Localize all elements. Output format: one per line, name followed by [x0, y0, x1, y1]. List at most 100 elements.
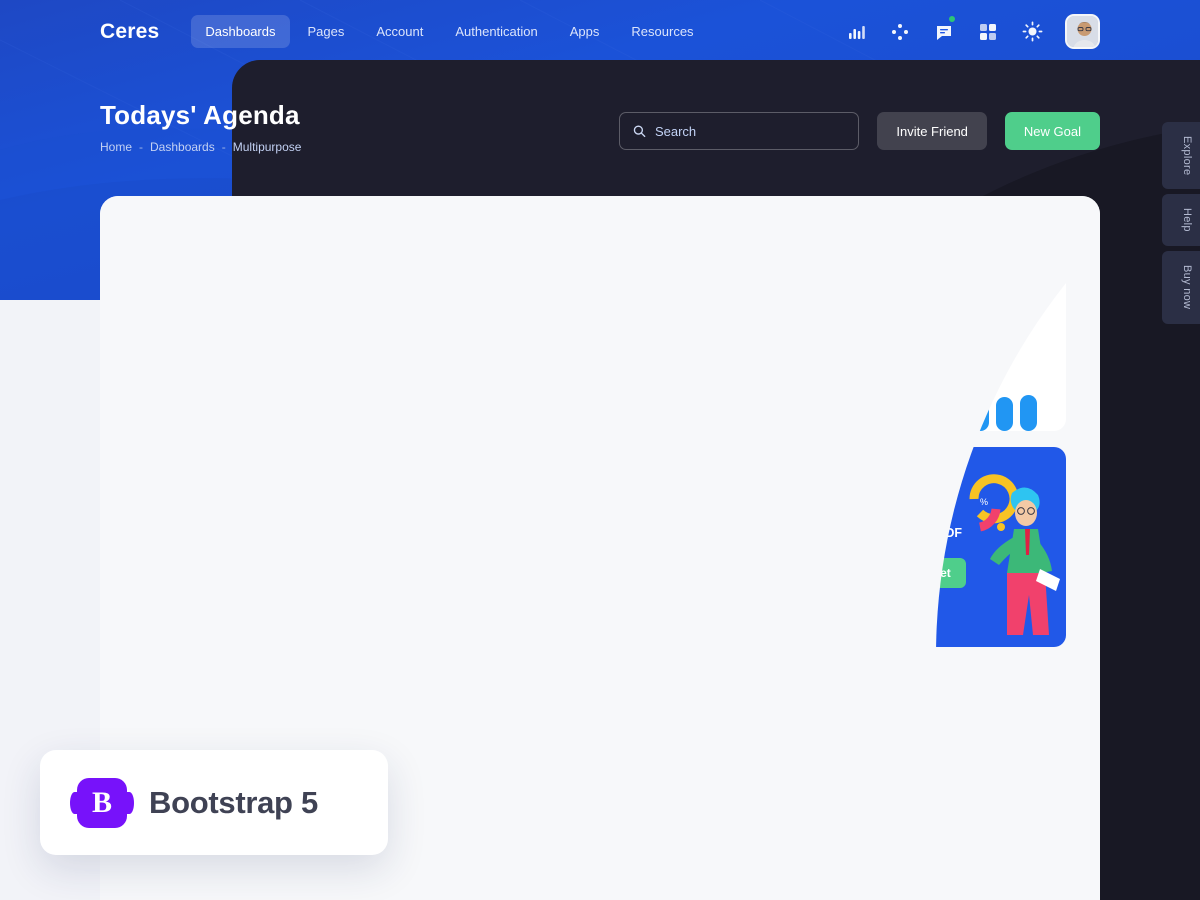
row-actions: [537, 491, 563, 517]
bootstrap-badge: B Bootstrap 5: [40, 750, 388, 855]
table-row[interactable]: Jessie Clarcson C#, ASP.NET, MS SQL 85%: [133, 406, 588, 471]
more-options-icon[interactable]: [537, 621, 563, 647]
avatar[interactable]: [1065, 14, 1100, 49]
partners-title: Leading Partners: [158, 264, 297, 283]
partner-progress: 71%: [379, 556, 509, 583]
header-actions: Invite Friend New Goal: [619, 112, 1100, 150]
page-title: Todays' Agenda: [100, 100, 300, 130]
side-tabs: Explore Help Buy now: [1162, 122, 1200, 324]
progress-fill: [379, 512, 423, 518]
nav-link-dashboards[interactable]: Dashboards: [191, 15, 290, 48]
breadcrumb-item-home[interactable]: Home: [100, 140, 132, 154]
chat-icon[interactable]: [933, 15, 955, 43]
partner-logo-icon: [158, 484, 198, 524]
breadcrumb-item-multipurpose[interactable]: Multipurpose: [233, 140, 302, 154]
side-tab-buy-now[interactable]: Buy now: [1162, 251, 1200, 324]
progress-fill: [379, 382, 451, 388]
brand-logo[interactable]: Ceres: [100, 20, 159, 44]
top-navbar: Ceres Dashboards Pages Account Authentic…: [0, 0, 1200, 63]
column-action: ACTION: [518, 319, 564, 331]
partner-skills: Python, ReactJS: [211, 572, 297, 584]
side-tab-explore[interactable]: Explore: [1162, 122, 1200, 190]
checkbox-icon[interactable]: [872, 500, 884, 512]
partner-name: Brad Simmons: [211, 359, 303, 374]
gauge-wrap: 68% Weekly Followers: [611, 447, 829, 572]
nav-link-apps[interactable]: Apps: [556, 15, 614, 48]
partner-name: Natali Trump: [211, 554, 290, 569]
notification-dot: [949, 15, 955, 22]
partner-skills: PHP, SQLite, Artisan CLI: [211, 637, 338, 649]
gauge-caption: Weekly Followers: [673, 527, 767, 541]
partner-progress: 40%: [379, 491, 509, 518]
invite-friend-button[interactable]: Invite Friend: [877, 112, 987, 150]
folder-file-count: 75 files: [502, 849, 563, 871]
bootstrap-badge-label: Bootstrap 5: [149, 784, 318, 820]
search-box[interactable]: [619, 112, 860, 150]
status-dropdown[interactable]: Status: [463, 255, 563, 293]
table-row[interactable]: Lebron Wayde PHP, Laravel, VueJS 40%: [133, 471, 588, 536]
checkbox-icon[interactable]: [872, 473, 884, 485]
more-options-icon[interactable]: [537, 361, 563, 387]
illustration-person: %: [969, 474, 1060, 635]
partner-skills: C#, ASP.NET, MS SQL: [211, 442, 328, 454]
column-progress: PROGRESS: [378, 319, 444, 331]
bar-chart-icon[interactable]: [845, 21, 867, 43]
row-actions: [537, 621, 563, 647]
checkbox-icon[interactable]: [872, 527, 884, 539]
row-actions: [537, 556, 563, 582]
partner-progress: 85%: [379, 426, 509, 453]
trends-menu-icon[interactable]: [517, 218, 530, 231]
column-authors: AUTHORS: [158, 319, 215, 331]
progress-track: [379, 642, 489, 648]
row-actions: [537, 361, 563, 387]
status-dropdown-label: Status: [476, 267, 512, 281]
chevron-down-icon: [540, 270, 550, 277]
folders-header: Folders 32 Active Folders: [133, 655, 588, 714]
warning-icon: !: [638, 586, 655, 603]
svg-text:9: 9: [174, 562, 181, 577]
scatter-dots-icon[interactable]: [889, 21, 911, 43]
gauge-percent: 68%: [698, 501, 742, 524]
partner-skills: HTML, JS, ReactJS: [211, 377, 312, 389]
folders-menu-icon[interactable]: [550, 677, 563, 690]
breadcrumb-separator: -: [221, 140, 226, 154]
nav-link-authentication[interactable]: Authentication: [441, 15, 551, 48]
nav-links: Dashboards Pages Account Authentication …: [191, 15, 707, 48]
grid-icon[interactable]: [977, 21, 999, 43]
progress-track: [379, 447, 489, 453]
table-row[interactable]: 9 Natali Trump Python, ReactJS 71%: [133, 536, 588, 601]
partner-progress: 45%: [379, 621, 509, 648]
progress-value: 85%: [379, 425, 403, 438]
nav-link-pages[interactable]: Pages: [294, 15, 359, 48]
folder-desc: New frontend admin theme: [210, 863, 349, 875]
breadcrumb-item-dashboards[interactable]: Dashboards: [150, 140, 215, 154]
partner-info: Lebron Wayde PHP, Laravel, VueJS: [211, 489, 379, 519]
page-header: Todays' Agenda Home - Dashboards - Multi…: [100, 100, 301, 154]
progress-value: 71%: [379, 555, 403, 568]
nav-link-resources[interactable]: Resources: [617, 15, 707, 48]
new-target-promo-card: Cereate Observe Export PDF New Target %: [848, 447, 1066, 647]
targets-bar-chart: [876, 335, 1037, 431]
promo-label: Cereate: [894, 472, 940, 486]
partner-info: Natali Trump Python, ReactJS: [211, 554, 379, 584]
partner-logo-icon: 9: [158, 549, 198, 589]
nav-link-account[interactable]: Account: [362, 15, 437, 48]
partner-name: Jessie Clarcson: [211, 424, 311, 439]
more-options-icon[interactable]: [537, 556, 563, 582]
more-options-icon[interactable]: [537, 491, 563, 517]
more-options-icon[interactable]: [537, 426, 563, 452]
progress-fill: [379, 577, 458, 583]
search-icon: [634, 125, 646, 138]
leading-partners-card: Leading Partners Status AUTHORS PROGRESS…: [133, 231, 588, 654]
partners-table-header: AUTHORS PROGRESS ACTION: [133, 293, 588, 341]
partners-header: Leading Partners Status: [133, 231, 588, 293]
search-input[interactable]: [654, 123, 846, 139]
sun-icon[interactable]: [1021, 21, 1043, 43]
partner-name: Carles Puyol: [211, 619, 290, 634]
partner-info: Brad Simmons HTML, JS, ReactJS: [211, 359, 379, 389]
partner-info: Jessie Clarcson C#, ASP.NET, MS SQL: [211, 424, 379, 454]
new-goal-button[interactable]: New Goal: [1004, 112, 1100, 150]
table-row[interactable]: Brad Simmons HTML, JS, ReactJS 65%: [133, 341, 588, 406]
breadcrumb: Home - Dashboards - Multipurpose: [100, 140, 301, 154]
side-tab-help[interactable]: Help: [1162, 194, 1200, 247]
